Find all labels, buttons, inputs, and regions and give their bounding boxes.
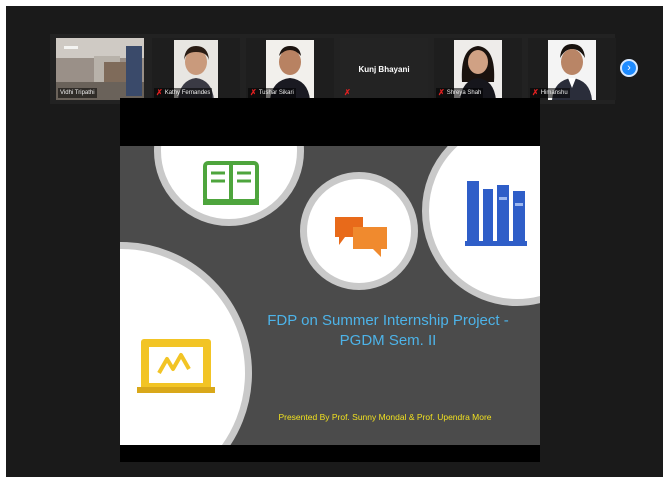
participant-name-bar: ✗ Shreya Shah (436, 88, 484, 98)
slide-title: FDP on Summer Internship Project - PGDM … (238, 311, 538, 351)
slide-circle-library (422, 146, 540, 306)
participant-name-bar: ✗ (342, 88, 353, 98)
book-icon (203, 161, 259, 205)
participant-name-center: Kunj Bhayani (358, 65, 410, 74)
participant-strip: Vidhi Tripathi ✗ Kathy Fernandes ✗ Tusha… (50, 34, 616, 104)
participant-tile-vidhi[interactable]: Vidhi Tripathi (56, 38, 144, 100)
participant-name: Tushar Sikari (258, 90, 294, 96)
chat-bubbles-icon (335, 217, 387, 257)
participant-name: Vidhi Tripathi (60, 90, 95, 96)
library-books-icon (465, 181, 527, 246)
mic-muted-icon: ✗ (344, 88, 351, 97)
participant-name-bar: ✗ Kathy Fernandes (154, 88, 213, 98)
participant-tile-kunj[interactable]: Kunj Bhayani ✗ (340, 38, 428, 100)
mic-muted-icon: ✗ (156, 88, 163, 97)
participant-name-bar: ✗ Tushar Sikari (248, 88, 296, 98)
mic-muted-icon: ✗ (438, 88, 445, 97)
participant-tile-shreya[interactable]: ✗ Shreya Shah (434, 38, 522, 100)
slide-circle-book (154, 146, 304, 226)
participant-name: Kathy Fernandes (164, 90, 211, 96)
slide-presenter: Presented By Prof. Sunny Mondal & Prof. … (278, 412, 492, 422)
participant-name-bar: Vidhi Tripathi (58, 88, 97, 98)
participant-name-bar: ✗ Himanshu (530, 88, 570, 98)
share-letterbox-top (120, 98, 540, 146)
shared-screen-slide: FDP on Summer Internship Project - PGDM … (120, 146, 540, 445)
slide-title-line2: PGDM Sem. II (339, 332, 437, 349)
slide-title-line1: FDP on Summer Internship Project - (267, 312, 509, 329)
whiteboard-icon (137, 339, 215, 393)
participant-tile-tushar[interactable]: ✗ Tushar Sikari (246, 38, 334, 100)
slide-circle-chat (300, 172, 418, 290)
chevron-right-icon[interactable]: › (620, 59, 638, 77)
mic-muted-icon: ✗ (250, 88, 257, 97)
participant-name: Shreya Shah (446, 90, 482, 96)
participant-name: Himanshu (540, 90, 568, 96)
participant-tile-himanshu[interactable]: ✗ Himanshu (528, 38, 616, 100)
mic-muted-icon: ✗ (532, 88, 539, 97)
participant-tile-kathy[interactable]: ✗ Kathy Fernandes (152, 38, 240, 100)
share-letterbox-bottom (120, 445, 540, 462)
